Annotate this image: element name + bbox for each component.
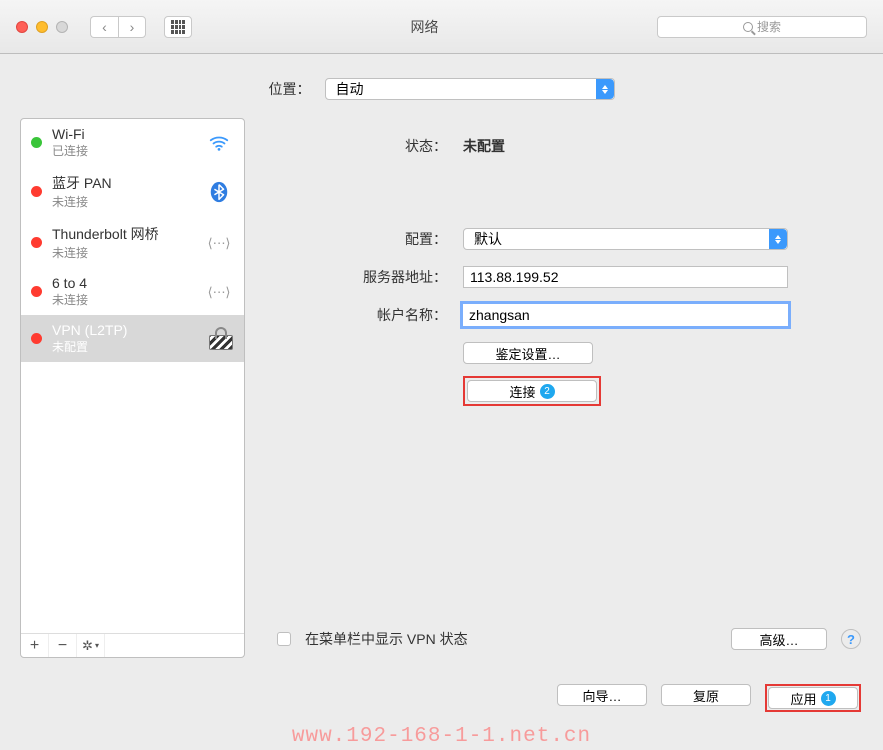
sidebar-item-thunderbolt[interactable]: Thunderbolt 网桥未连接 ⟨⋯⟩ bbox=[21, 217, 244, 268]
apply-badge: 1 bbox=[821, 691, 836, 706]
status-dot-icon bbox=[31, 286, 42, 297]
svg-text:⟨⋯⟩: ⟨⋯⟩ bbox=[208, 284, 231, 299]
select-arrows-icon bbox=[769, 229, 787, 249]
connect-badge: 2 bbox=[540, 384, 555, 399]
sidebar-item-6to4[interactable]: 6 to 4未连接 ⟨⋯⟩ bbox=[21, 268, 244, 315]
account-name-input[interactable] bbox=[463, 304, 788, 326]
connect-button[interactable]: 连接 2 bbox=[467, 380, 597, 402]
window-footer: 向导… 复原 应用 1 bbox=[0, 678, 883, 712]
config-value: 默认 bbox=[474, 229, 502, 249]
auth-settings-button[interactable]: 鉴定设置… bbox=[463, 342, 593, 364]
bluetooth-icon bbox=[204, 181, 234, 203]
interface-actions-button[interactable]: ✲ bbox=[77, 634, 105, 657]
location-select[interactable]: 自动 bbox=[325, 78, 615, 100]
status-dot-icon bbox=[31, 237, 42, 248]
sidebar-item-name: Thunderbolt 网桥 bbox=[52, 224, 204, 244]
status-dot-icon bbox=[31, 186, 42, 197]
location-row: 位置： 自动 bbox=[0, 54, 883, 118]
sidebar-item-name: Wi-Fi bbox=[52, 126, 204, 142]
wifi-icon bbox=[204, 132, 234, 154]
connect-highlight: 连接 2 bbox=[463, 376, 601, 406]
revert-button[interactable]: 复原 bbox=[661, 684, 751, 706]
status-dot-icon bbox=[31, 137, 42, 148]
select-arrows-icon bbox=[596, 79, 614, 99]
interface-sidebar: Wi-Fi已连接 蓝牙 PAN未连接 Thunderbolt 网桥未连接 ⟨⋯⟩… bbox=[20, 118, 245, 658]
svg-text:⟨⋯⟩: ⟨⋯⟩ bbox=[208, 235, 231, 250]
wizard-button[interactable]: 向导… bbox=[557, 684, 647, 706]
search-icon bbox=[743, 22, 753, 32]
status-label: 状态： bbox=[267, 136, 447, 156]
status-dot-icon bbox=[31, 333, 42, 344]
nav-buttons: ‹ › bbox=[90, 16, 146, 38]
zoom-window-button[interactable] bbox=[56, 21, 68, 33]
help-button[interactable]: ? bbox=[841, 629, 861, 649]
window-titlebar: ‹ › 网络 搜索 bbox=[0, 0, 883, 54]
server-address-input[interactable] bbox=[463, 266, 788, 288]
ethernet-icon: ⟨⋯⟩ bbox=[204, 281, 234, 303]
account-name-label: 帐户名称： bbox=[267, 305, 447, 325]
remove-interface-button[interactable]: − bbox=[49, 634, 77, 657]
sidebar-item-bluetooth-pan[interactable]: 蓝牙 PAN未连接 bbox=[21, 166, 244, 217]
apply-button[interactable]: 应用 1 bbox=[768, 687, 858, 709]
apply-highlight: 应用 1 bbox=[765, 684, 861, 712]
server-address-label: 服务器地址： bbox=[267, 267, 447, 287]
sidebar-item-status: 未连接 bbox=[52, 193, 204, 210]
location-value: 自动 bbox=[336, 79, 364, 99]
sidebar-footer: + − ✲ bbox=[21, 633, 244, 657]
interface-list: Wi-Fi已连接 蓝牙 PAN未连接 Thunderbolt 网桥未连接 ⟨⋯⟩… bbox=[21, 119, 244, 633]
search-placeholder: 搜索 bbox=[757, 18, 781, 35]
location-label: 位置： bbox=[269, 79, 311, 99]
sidebar-item-name: 6 to 4 bbox=[52, 275, 204, 291]
sidebar-item-status: 未连接 bbox=[52, 244, 204, 261]
sidebar-item-wifi[interactable]: Wi-Fi已连接 bbox=[21, 119, 244, 166]
traffic-lights bbox=[16, 21, 68, 33]
close-window-button[interactable] bbox=[16, 21, 28, 33]
sidebar-item-vpn[interactable]: VPN (L2TP)未配置 bbox=[21, 315, 244, 362]
show-vpn-menubar-label: 在菜单栏中显示 VPN 状态 bbox=[305, 629, 717, 649]
advanced-button[interactable]: 高级… bbox=[731, 628, 827, 650]
main-footer: 在菜单栏中显示 VPN 状态 高级… ? bbox=[267, 628, 863, 650]
sidebar-item-status: 未连接 bbox=[52, 291, 204, 308]
minimize-window-button[interactable] bbox=[36, 21, 48, 33]
config-label: 配置： bbox=[267, 229, 447, 249]
grid-icon bbox=[171, 20, 185, 34]
config-select[interactable]: 默认 bbox=[463, 228, 788, 250]
sidebar-item-name: 蓝牙 PAN bbox=[52, 173, 204, 193]
status-value: 未配置 bbox=[463, 136, 855, 156]
lock-icon bbox=[208, 327, 234, 350]
show-all-button[interactable] bbox=[164, 16, 192, 38]
sidebar-item-name: VPN (L2TP) bbox=[52, 322, 208, 338]
sidebar-item-status: 未配置 bbox=[52, 338, 208, 355]
show-vpn-menubar-checkbox[interactable] bbox=[277, 632, 291, 646]
back-button[interactable]: ‹ bbox=[90, 16, 118, 38]
ethernet-icon: ⟨⋯⟩ bbox=[204, 232, 234, 254]
watermark-text: www.192-168-1-1.net.cn bbox=[292, 725, 591, 748]
window-title: 网络 bbox=[204, 17, 645, 37]
main-panel: 状态： 未配置 配置： 默认 服务器地址： 帐户名称： 鉴定设置… 连接 bbox=[267, 118, 863, 658]
sidebar-item-status: 已连接 bbox=[52, 142, 204, 159]
search-input[interactable]: 搜索 bbox=[657, 16, 867, 38]
forward-button[interactable]: › bbox=[118, 16, 146, 38]
add-interface-button[interactable]: + bbox=[21, 634, 49, 657]
